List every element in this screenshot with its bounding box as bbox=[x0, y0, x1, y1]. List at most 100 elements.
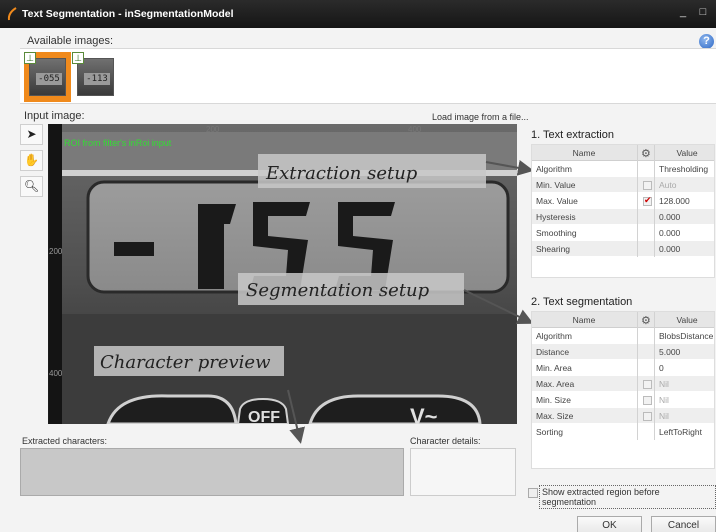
param-row[interactable]: Max. Area Nil bbox=[532, 376, 714, 392]
param-name: Algorithm bbox=[536, 331, 572, 341]
load-image-link[interactable]: Load image from a file... bbox=[432, 112, 529, 122]
param-value[interactable]: 0.000 bbox=[659, 212, 715, 222]
param-value[interactable]: 128.000 bbox=[659, 196, 715, 206]
thumbnail-strip: -055 ⊥ -113 ⊥ bbox=[20, 48, 716, 104]
param-name: Smoothing bbox=[536, 228, 577, 238]
param-name: Shearing bbox=[536, 244, 571, 254]
pin-icon: ⊥ bbox=[24, 52, 36, 64]
image-thumbnail-selected[interactable]: -055 ⊥ bbox=[24, 52, 71, 102]
param-row[interactable]: Hysteresis 0.000 bbox=[532, 209, 714, 225]
axis-tick-left-1: 200 bbox=[49, 247, 63, 256]
param-checkbox-cell bbox=[637, 161, 655, 177]
preview-callout-text: Character preview bbox=[100, 352, 271, 373]
param-checkbox-cell bbox=[637, 360, 655, 376]
thumbnail-text: -055 bbox=[36, 73, 62, 85]
grid-header: Name ⚙ Value bbox=[532, 312, 714, 328]
help-icon[interactable]: ? bbox=[699, 34, 714, 49]
param-value[interactable]: Nil bbox=[659, 379, 715, 389]
param-checkbox[interactable] bbox=[643, 396, 652, 405]
param-row[interactable]: Min. Area 0 bbox=[532, 360, 714, 376]
param-name: Algorithm bbox=[536, 164, 572, 174]
param-row[interactable]: Algorithm BlobsDistance bbox=[532, 328, 714, 344]
hand-icon: ✋ bbox=[24, 153, 39, 167]
minimize-button[interactable]: _ bbox=[674, 4, 692, 20]
param-row[interactable]: Sorting LeftToRight bbox=[532, 424, 714, 440]
param-checkbox[interactable] bbox=[643, 181, 652, 190]
ok-button[interactable]: OK bbox=[577, 516, 642, 532]
param-value[interactable]: Auto bbox=[659, 180, 715, 190]
roi-label: ROI from filter's inRoi input bbox=[64, 138, 172, 148]
param-name: Sorting bbox=[536, 427, 563, 437]
param-name: Min. Value bbox=[536, 180, 576, 190]
param-name: Max. Value bbox=[536, 196, 578, 206]
maximize-button[interactable]: □ bbox=[694, 4, 712, 20]
param-row[interactable]: Min. Size Nil bbox=[532, 392, 714, 408]
param-row[interactable]: Max. Size Nil bbox=[532, 408, 714, 424]
show-region-label[interactable]: Show extracted region before segmentatio… bbox=[539, 485, 716, 509]
thumbnail-text: -113 bbox=[84, 73, 110, 85]
settings-panel: 1. Text extraction Name ⚙ Value Algorith… bbox=[527, 124, 716, 524]
gear-column: ⚙ bbox=[637, 145, 655, 161]
param-value[interactable]: Nil bbox=[659, 411, 715, 421]
available-images-label: Available images: bbox=[27, 35, 114, 47]
param-row[interactable]: Max. Value 128.000 bbox=[532, 193, 714, 209]
param-checkbox[interactable] bbox=[643, 380, 652, 389]
param-name: Hysteresis bbox=[536, 212, 576, 222]
pin-icon: ⊥ bbox=[72, 52, 84, 64]
gear-icon[interactable]: ⚙ bbox=[641, 314, 651, 327]
zoom-tool-button[interactable]: 🔍︎ bbox=[20, 176, 43, 197]
image-viewer[interactable]: OFF V~ 200 400 200 400 ROI from filter's… bbox=[48, 124, 517, 424]
param-checkbox-cell bbox=[637, 209, 655, 225]
segmentation-grid: Name ⚙ Value Algorithm BlobsDistance Dis… bbox=[531, 311, 715, 469]
param-checkbox[interactable] bbox=[643, 412, 652, 421]
col-name: Name bbox=[572, 148, 596, 158]
param-checkbox-cell bbox=[637, 408, 655, 424]
param-value[interactable]: 0 bbox=[659, 363, 715, 373]
param-checkbox-cell bbox=[637, 241, 655, 257]
axis-tick-top-2: 400 bbox=[408, 125, 422, 134]
param-name: Distance bbox=[536, 347, 570, 357]
param-name: Min. Size bbox=[536, 395, 571, 405]
gear-column: ⚙ bbox=[637, 312, 655, 328]
show-region-checkbox[interactable] bbox=[528, 488, 538, 498]
param-checkbox-cell bbox=[637, 344, 655, 360]
grid-header: Name ⚙ Value bbox=[532, 145, 714, 161]
param-name: Max. Size bbox=[536, 411, 574, 421]
cursor-icon: ➤ bbox=[26, 127, 37, 141]
axis-tick-top-1: 200 bbox=[206, 125, 220, 134]
text-segmentation-window: Text Segmentation - inSegmentationModel … bbox=[0, 0, 716, 532]
param-value[interactable]: LeftToRight bbox=[659, 427, 715, 437]
param-value[interactable]: Nil bbox=[659, 395, 715, 405]
gear-icon[interactable]: ⚙ bbox=[641, 147, 651, 160]
axis-tick-left-2: 400 bbox=[49, 369, 63, 378]
grid-empty-space bbox=[532, 440, 714, 468]
col-value: Value bbox=[676, 148, 698, 158]
param-checkbox-checked[interactable] bbox=[643, 195, 652, 206]
param-row[interactable]: Min. Value Auto bbox=[532, 177, 714, 193]
title-bar: Text Segmentation - inSegmentationModel … bbox=[0, 0, 716, 28]
character-details-label: Character details: bbox=[410, 436, 481, 446]
extracted-characters-box[interactable] bbox=[20, 448, 404, 496]
pointer-tool-button[interactable]: ➤ bbox=[20, 124, 43, 145]
extraction-callout-text: Extraction setup bbox=[265, 163, 418, 184]
image-thumbnail[interactable]: -113 ⊥ bbox=[72, 52, 119, 102]
param-value[interactable]: Thresholding bbox=[659, 164, 715, 174]
param-value[interactable]: 0.000 bbox=[659, 228, 715, 238]
grid-empty-space bbox=[532, 257, 714, 277]
param-row[interactable]: Distance 5.000 bbox=[532, 344, 714, 360]
cancel-button[interactable]: Cancel bbox=[651, 516, 716, 532]
param-row[interactable]: Algorithm Thresholding bbox=[532, 161, 714, 177]
pan-tool-button[interactable]: ✋ bbox=[20, 150, 43, 171]
window-title: Text Segmentation - inSegmentationModel bbox=[22, 8, 234, 20]
param-row[interactable]: Smoothing 0.000 bbox=[532, 225, 714, 241]
param-value[interactable]: 0.000 bbox=[659, 244, 715, 254]
param-value[interactable]: 5.000 bbox=[659, 347, 715, 357]
param-checkbox-cell bbox=[637, 424, 655, 440]
param-row[interactable]: Shearing 0.000 bbox=[532, 241, 714, 257]
param-checkbox-cell bbox=[637, 392, 655, 408]
col-value: Value bbox=[676, 315, 698, 325]
param-value[interactable]: BlobsDistance bbox=[659, 331, 715, 341]
extracted-characters-label: Extracted characters: bbox=[22, 436, 108, 446]
param-name: Min. Area bbox=[536, 363, 572, 373]
param-checkbox-cell bbox=[637, 193, 655, 209]
